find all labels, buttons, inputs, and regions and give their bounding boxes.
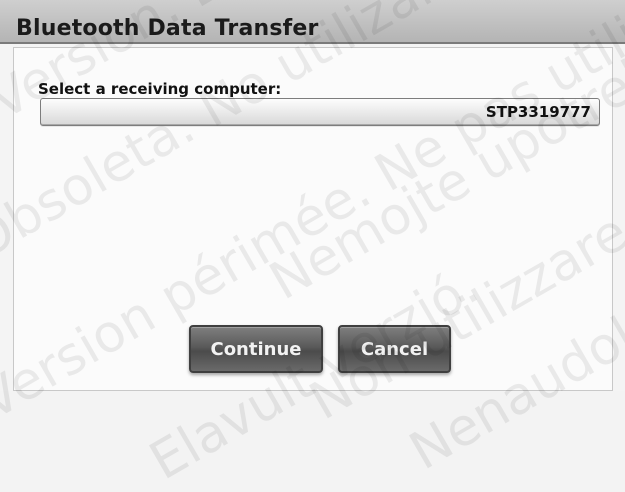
bluetooth-transfer-dialog: Bluetooth Data Transfer Select a receivi… [0,0,625,492]
cancel-button[interactable]: Cancel [338,325,451,373]
continue-button[interactable]: Continue [189,325,323,373]
select-computer-label: Select a receiving computer: [38,80,282,98]
dialog-title: Bluetooth Data Transfer [16,16,319,41]
receiving-computer-select[interactable]: STP3319777 [40,98,600,126]
selected-computer-value: STP3319777 [485,103,591,121]
title-bar: Bluetooth Data Transfer [0,0,625,44]
